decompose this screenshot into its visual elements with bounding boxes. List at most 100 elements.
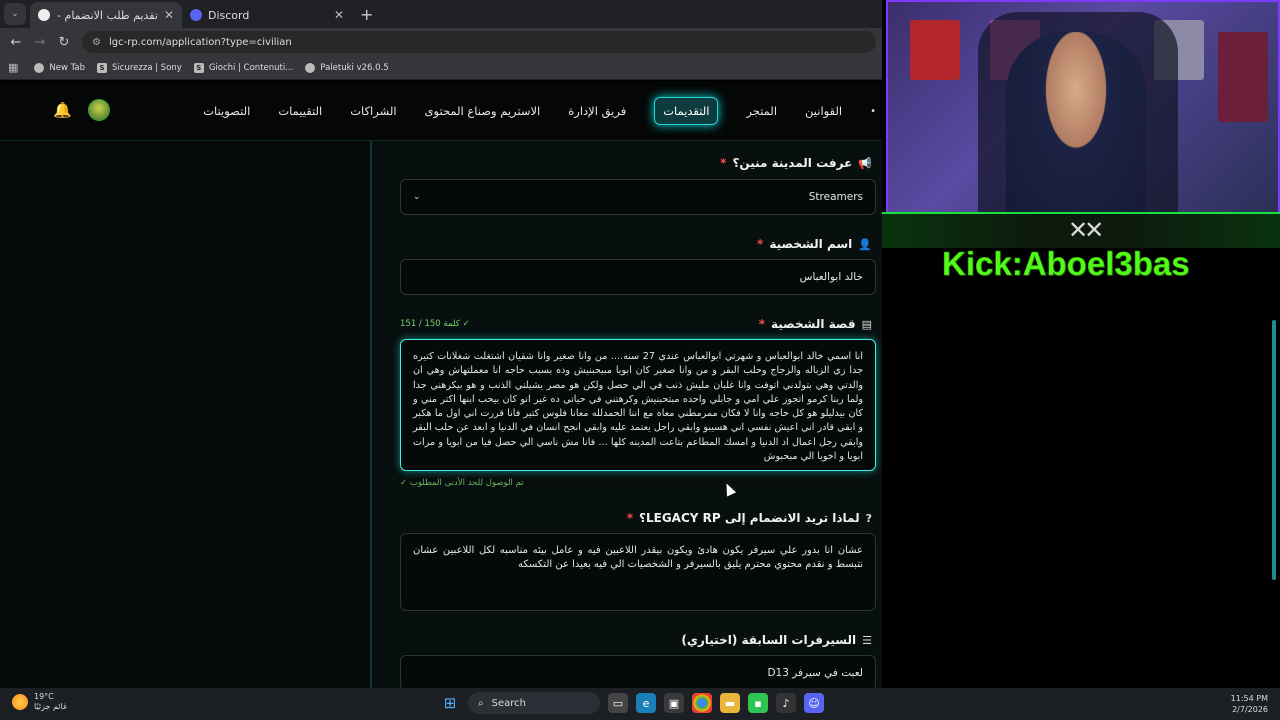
textarea-value: انا اسمي خالد ابوالعباس و شهرتي ابوالعبا… [413,351,863,463]
reload-icon[interactable]: ↻ [52,35,76,50]
weather-desc: غائم جزئيًا [34,702,68,711]
stream-overlay: ✕✕ Kick:Aboel3bas [882,0,1280,688]
page-scrollbar[interactable] [1272,320,1276,580]
nav-admin-team[interactable]: فريق الإدارة [568,104,626,118]
address-bar-row: ← → ↻ ⚙ lgc-rp.com/application?type=civi… [0,28,882,56]
site-navbar: 🔔 • القوانين المتجر التقديمات فريق الإدا… [0,81,882,141]
task-view-icon[interactable]: ▭ [608,693,628,713]
close-tab-icon[interactable]: ✕ [164,8,174,22]
book-icon: ▤ [861,317,872,331]
wall-poster [910,20,960,80]
label-text: اسم الشخصية [769,237,853,251]
site-info-icon[interactable]: ⚙ [92,37,101,48]
close-tab-icon[interactable]: ✕ [334,8,344,22]
app-icon[interactable]: ▪ [748,693,768,713]
jersey [1218,32,1268,122]
discord-favicon-icon [190,9,202,21]
bookmark-label: New Tab [49,62,86,73]
new-tab-icon[interactable]: + [360,5,373,24]
file-explorer-icon[interactable]: ▬ [720,693,740,713]
taskbar-center: ⊞ ⌕ Search ▭ e ▣ ▬ ▪ ♪ ☺ [440,692,824,714]
url-bar[interactable]: ⚙ lgc-rp.com/application?type=civilian [82,31,876,53]
x-logo-icon: ✕✕ [1068,216,1104,244]
web-page: 🔔 • القوانين المتجر التقديمات فريق الإدا… [0,81,882,688]
globe-icon [34,62,45,73]
nav-rules[interactable]: القوانين [805,104,842,118]
server-icon: ☰ [862,633,872,647]
discord-icon[interactable]: ☺ [804,693,824,713]
forward-icon[interactable]: → [28,35,52,50]
why-label: ? لماذا تريد الانضمام إلى LEGACY RP؟ * [627,511,872,525]
tab-search-icon[interactable]: ⌄ [4,3,26,25]
kick-handle-text: Kick:Aboel3bas [942,245,1190,283]
avatar[interactable] [88,99,110,121]
bookmark-label: Paletuki v26.0.5 [320,62,389,73]
story-label: ▤ قصة الشخصية * [759,317,872,331]
heard-select[interactable]: Streamers ⌄ [400,179,876,215]
weather-widget[interactable]: 19°C غائم جزئيًا [12,692,67,712]
application-form-panel: 📢 عرفت المدينة منين؟ * Streamers ⌄ 👤 اسم… [370,141,882,688]
browser-tab-bar: ⌄ تقديم طلب الانضمام - LEGACY RP ✕ Disco… [0,0,882,28]
nav-streamers[interactable]: الاستريم وصناع المحتوى [425,104,541,118]
select-value: Streamers [808,191,863,203]
chevron-down-icon: ⌄ [413,192,421,202]
megaphone-icon: 📢 [858,156,872,170]
tab-title: تقديم طلب الانضمام - LEGACY RP [56,8,158,22]
windows-start-icon[interactable]: ⊞ [440,693,460,713]
word-counter: 151 / 150 كلمة ✓ [400,319,470,329]
required-asterisk: * [720,156,727,170]
taskbar-search[interactable]: ⌕ Search [468,692,600,714]
browser-tab-discord[interactable]: Discord ✕ [182,2,352,28]
nav-menu: • القوانين المتجر التقديمات فريق الإدارة… [203,81,882,141]
nav-partnerships[interactable]: الشراكات [350,104,396,118]
min-reached-note: تم الوصول للحد الأدنى المطلوب ✓ [400,478,876,488]
label-text: لماذا تريد الانضمام إلى LEGACY RP؟ [639,511,860,525]
sony-s-icon: S [97,62,108,73]
prev-servers-label: ☰ السيرفرات السابقة (اختياري) [681,633,872,647]
url-text: lgc-rp.com/application?type=civilian [108,36,292,48]
apps-grid-icon[interactable]: ▦ [8,61,18,74]
bookmark-giochi[interactable]: S Giochi | Contenuti... [193,62,293,73]
nav-store[interactable]: المتجر [746,104,777,118]
user-icon: 👤 [858,237,872,251]
streamer [1006,32,1146,220]
weather-icon [12,694,28,710]
label-text: قصة الشخصية [770,317,856,331]
store-icon[interactable]: ▣ [664,693,684,713]
bookmark-new-tab[interactable]: New Tab [34,62,86,73]
system-clock[interactable]: 11:54 PM 2/7/2026 [1231,693,1268,715]
note-text: تم الوصول للحد الأدنى المطلوب ✓ [400,478,524,488]
bell-icon[interactable]: 🔔 [53,101,72,119]
edge-icon[interactable]: e [636,693,656,713]
label-text: السيرفرات السابقة (اختياري) [681,633,857,647]
tiktok-icon[interactable]: ♪ [776,693,796,713]
prev-servers-input[interactable]: لعبت في سيرفر D13 [400,655,876,688]
story-textarea[interactable]: انا اسمي خالد ابوالعباس و شهرتي ابوالعبا… [400,339,876,471]
question-icon: ? [865,511,872,525]
webcam-frame-bar: ✕✕ [882,212,1280,248]
sony-s-icon: S [193,62,204,73]
more-icon[interactable]: • [870,106,876,117]
chrome-icon[interactable] [692,693,712,713]
globe-icon [305,62,316,73]
why-textarea[interactable]: عشان انا بدور علي سيرفر يكون هادئ ويكون … [400,533,876,611]
date: 2/7/2026 [1232,705,1268,714]
bookmark-label: Sicurezza | Sony [112,62,182,73]
back-icon[interactable]: ← [4,35,28,50]
search-icon: ⌕ [478,697,484,709]
character-name-input[interactable]: خالد ابوالعباس [400,259,876,295]
nav-reviews[interactable]: التقييمات [278,104,322,118]
legacy-favicon-icon [38,9,50,21]
tab-title: Discord [208,8,250,22]
bookmark-sony[interactable]: S Sicurezza | Sony [97,62,182,73]
nav-applications[interactable]: التقديمات [654,97,719,125]
bookmark-paletuki[interactable]: Paletuki v26.0.5 [305,62,389,73]
name-label: 👤 اسم الشخصية * [757,237,872,251]
browser-tab-legacy[interactable]: تقديم طلب الانضمام - LEGACY RP ✕ [30,2,182,28]
bookmarks-bar: ▦ New Tab S Sicurezza | Sony S Giochi | … [0,56,882,80]
input-value: خالد ابوالعباس [799,271,863,283]
textarea-value: عشان انا بدور علي سيرفر يكون هادئ ويكون … [413,545,863,570]
temperature: 19°C [34,692,54,701]
webcam-feed [886,0,1280,222]
nav-votes[interactable]: التصويتات [203,104,250,118]
